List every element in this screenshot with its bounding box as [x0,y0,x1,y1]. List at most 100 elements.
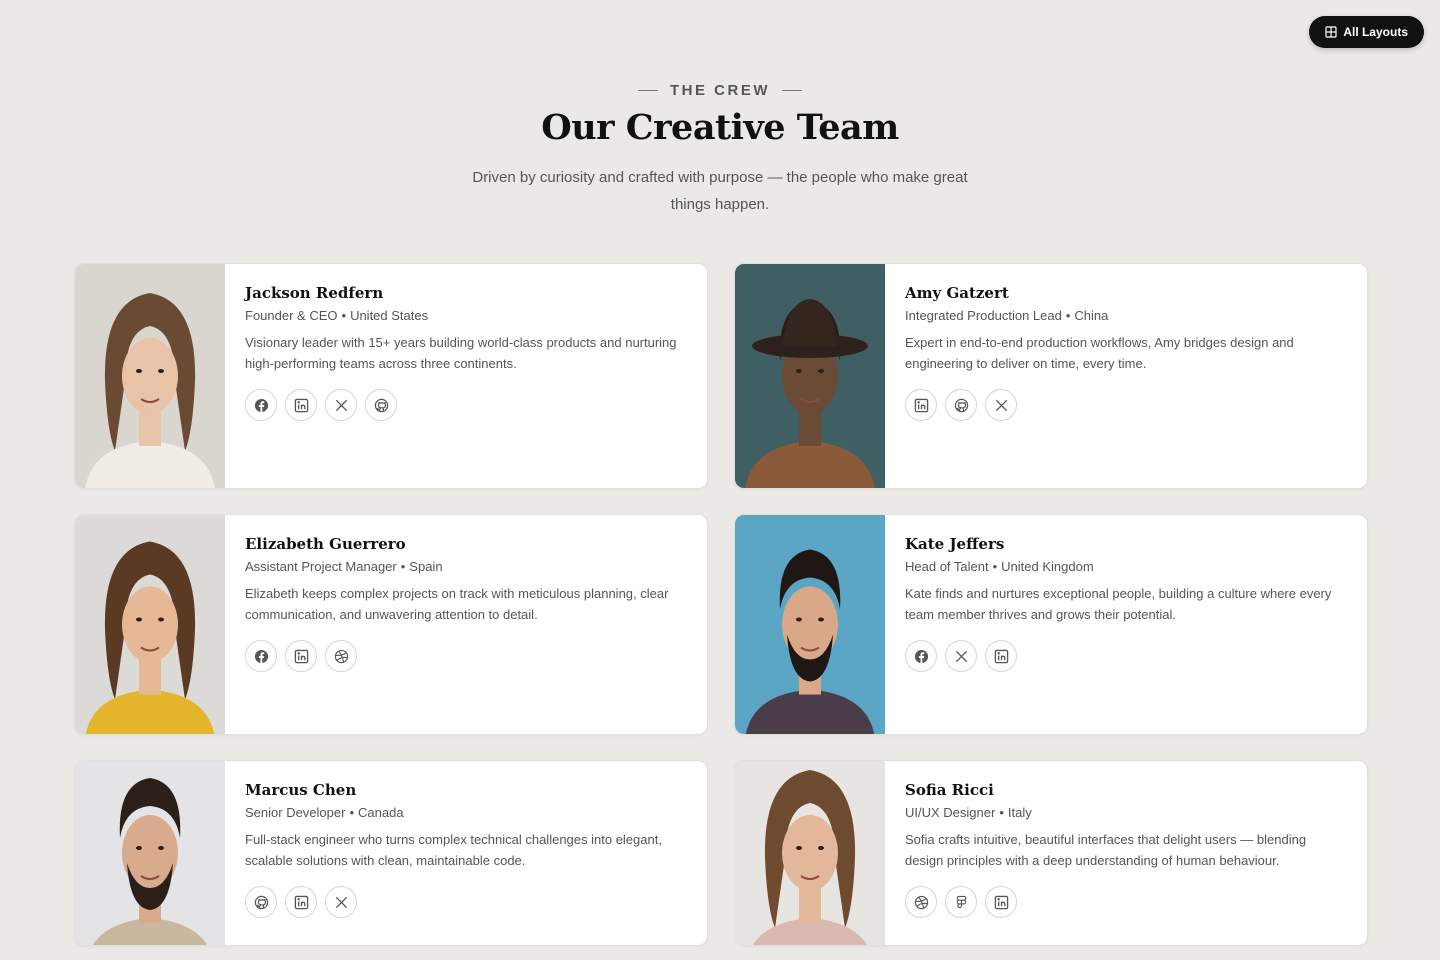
member-name: Marcus Chen [245,781,357,799]
member-meta: Integrated Production Lead • China [905,308,1347,323]
portrait-image [735,761,885,945]
x-icon [995,399,1007,411]
portrait-image [75,515,225,734]
facebook-icon [914,649,928,663]
member-photo [75,515,225,734]
member-photo [735,515,885,734]
github-icon [254,895,268,909]
figma-link[interactable] [945,886,977,918]
member-info: Kate Jeffers Head of Talent • United Kingd… [885,515,1367,734]
page-title: Our Creative Team [541,107,899,148]
facebook-icon [254,649,268,663]
github-icon [374,398,388,412]
linkedin-icon [994,649,1008,663]
facebook-link[interactable] [905,640,937,672]
all-layouts-label: All Layouts [1343,25,1408,39]
member-bio: Sofia crafts intuitive, beautiful interf… [905,832,1307,868]
github-link[interactable] [945,389,977,421]
dribbble-icon [914,895,928,909]
member-meta: Founder & CEO • United States [245,308,687,323]
github-link[interactable] [365,389,397,421]
meta-separator: • [1065,308,1071,323]
member-role: Founder & CEO [245,308,338,323]
member-role: UI/UX Designer [905,805,996,820]
member-name: Sofia Ricci [905,781,994,799]
team-card-elizabeth-guerrero: Elizabeth Guerrero Assistant Project Man… [74,514,708,735]
social-links [905,389,1347,421]
grid-icon [1325,26,1337,38]
eyebrow: THE CREW [0,82,1440,99]
team-card-amy-gatzert: Amy Gatzert Integrated Production Lead • C… [734,263,1368,489]
member-country: Spain [409,559,443,574]
facebook-link[interactable] [245,389,277,421]
member-role: Head of Talent [905,559,989,574]
member-role: Senior Developer [245,805,346,820]
linkedin-link[interactable] [285,886,317,918]
portrait-image [75,761,225,945]
meta-separator: • [349,805,355,820]
member-country: Canada [358,805,404,820]
member-bio: Visionary leader with 15+ years building… [245,335,677,371]
team-card-sofia-ricci: Sofia Ricci UI/UX Designer • Italy Sofia c… [734,760,1368,946]
facebook-link[interactable] [245,640,277,672]
eyebrow-rule-right [782,90,802,91]
dribbble-link[interactable] [325,640,357,672]
meta-separator: • [341,308,347,323]
social-links [905,886,1347,918]
figma-icon [956,895,966,908]
member-info: Elizabeth Guerrero Assistant Project Man… [225,515,707,734]
member-photo [75,761,225,945]
member-role: Assistant Project Manager [245,559,397,574]
x-link[interactable] [945,640,977,672]
x-icon [955,650,967,662]
member-country: China [1074,308,1109,323]
team-card-jackson-redfern: Jackson Redfern Founder & CEO • United Sta… [74,263,708,489]
social-links [245,640,687,672]
x-icon [335,399,347,411]
github-icon [954,398,968,412]
portrait-image [75,264,225,488]
linkedin-icon [294,895,308,909]
dribbble-icon [334,649,348,663]
linkedin-icon [914,398,928,412]
x-link[interactable] [985,389,1017,421]
portrait-image [735,515,885,734]
member-meta: Senior Developer • Canada [245,805,687,820]
all-layouts-button[interactable]: All Layouts [1309,16,1424,48]
member-bio: Kate finds and nurtures exceptional peop… [905,586,1332,622]
member-photo [75,264,225,488]
member-name: Jackson Redfern [245,284,384,302]
linkedin-icon [994,895,1008,909]
social-links [245,389,687,421]
facebook-icon [254,398,268,412]
team-header: THE CREW Our Creative Team Driven by cur… [0,0,1440,218]
member-meta: Head of Talent • United Kingdom [905,559,1347,574]
member-country: Italy [1007,805,1032,820]
github-link[interactable] [245,886,277,918]
linkedin-link[interactable] [285,389,317,421]
linkedin-icon [294,649,308,663]
member-photo [735,264,885,488]
member-meta: Assistant Project Manager • Spain [245,559,687,574]
meta-separator: • [992,559,998,574]
team-card-marcus-chen: Marcus Chen Senior Developer • Canada Full… [74,760,708,946]
dribbble-link[interactable] [905,886,937,918]
member-info: Jackson Redfern Founder & CEO • United Sta… [225,264,707,488]
linkedin-icon [294,398,308,412]
meta-separator: • [400,559,406,574]
linkedin-link[interactable] [985,886,1017,918]
member-bio: Expert in end-to-end production workflow… [905,335,1294,371]
member-name: Elizabeth Guerrero [245,535,406,553]
linkedin-link[interactable] [985,640,1017,672]
meta-separator: • [999,805,1004,820]
linkedin-link[interactable] [905,389,937,421]
member-country: United Kingdom [1001,559,1094,574]
member-info: Marcus Chen Senior Developer • Canada Full… [225,761,707,945]
x-link[interactable] [325,886,357,918]
x-link[interactable] [325,389,357,421]
member-photo [735,761,885,945]
eyebrow-text: THE CREW [670,82,770,99]
linkedin-link[interactable] [285,640,317,672]
member-bio: Full-stack engineer who turns complex te… [245,832,662,868]
social-links [905,640,1347,672]
